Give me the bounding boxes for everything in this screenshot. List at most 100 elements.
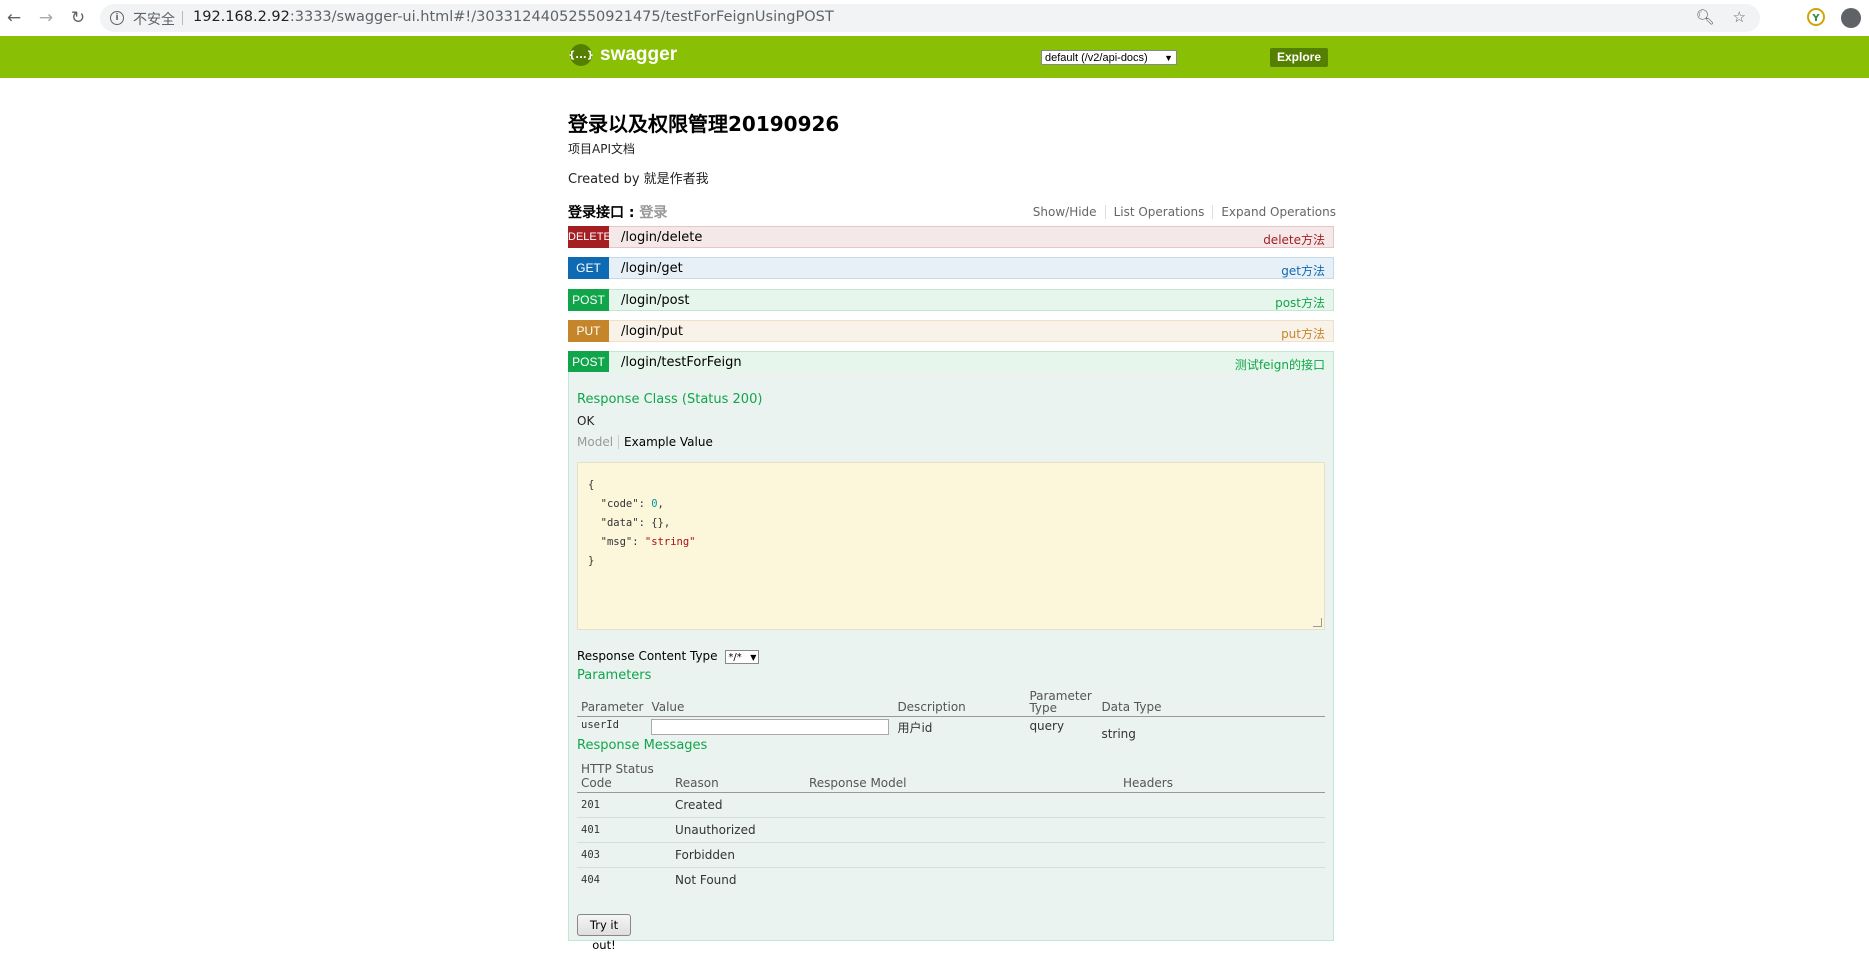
resource-links: Show/Hide List Operations Expand Operati… <box>1025 205 1336 219</box>
operation-summary[interactable]: put方法 <box>1281 325 1325 342</box>
status-reason: Not Found <box>675 873 737 887</box>
userid-input[interactable] <box>651 719 890 735</box>
browser-toolbar: ← → ↻ i 不安全 192.168.2.92:3333/swagger-ui… <box>0 0 1869 37</box>
response-headers <box>1119 868 1325 893</box>
operation-delete-login-delete[interactable]: DELETE /login/delete delete方法 <box>568 226 1334 248</box>
response-content-type: Response Content Type */* ▼ <box>577 649 760 664</box>
tab-example-value[interactable]: Example Value <box>619 435 713 449</box>
response-model <box>805 792 1119 818</box>
resource-heading[interactable]: 登录接口 : 登录 <box>568 202 667 222</box>
list-operations-link[interactable]: List Operations <box>1106 205 1214 219</box>
extension-icon[interactable]: Y <box>1807 8 1825 26</box>
response-messages-heading: Response Messages <box>577 738 708 753</box>
method-badge[interactable]: GET <box>568 257 609 279</box>
operation-get-login-get[interactable]: GET /login/get get方法 <box>568 257 1334 279</box>
swagger-header: {...} swagger default (/v2/api-docs) ▼ E… <box>0 36 1869 78</box>
operation-summary[interactable]: post方法 <box>1275 294 1325 311</box>
try-it-out-button[interactable]: Try it out! <box>577 914 631 952</box>
zoom-icon[interactable]: 🔍︎ <box>1696 8 1715 26</box>
swagger-logo[interactable]: {...} swagger <box>568 44 678 66</box>
method-badge[interactable]: POST <box>568 351 609 373</box>
status-code: 401 <box>577 817 671 843</box>
api-title: 登录以及权限管理20190926 <box>568 112 840 136</box>
chevron-down-icon: ▼ <box>1164 53 1173 63</box>
resource-subtitle: 登录 <box>639 205 668 221</box>
resp-header-status-code: HTTP Status Code <box>577 760 671 793</box>
param-header-description: Description <box>893 688 1026 717</box>
show-hide-link[interactable]: Show/Hide <box>1025 205 1106 219</box>
operation-summary[interactable]: delete方法 <box>1263 231 1325 248</box>
operation-path[interactable]: /login/testForFeign <box>621 355 742 370</box>
status-reason: Forbidden <box>671 842 805 868</box>
method-badge[interactable]: DELETE <box>568 226 611 248</box>
divider <box>182 11 183 25</box>
response-model <box>805 817 1119 843</box>
operation-post-login-post[interactable]: POST /login/post post方法 <box>568 289 1334 311</box>
operation-put-login-put[interactable]: PUT /login/put put方法 <box>568 320 1334 342</box>
operation-post-login-testforfeign[interactable]: POST /login/testForFeign 测试feign的接口 <box>568 351 1334 373</box>
resp-header-reason: Reason <box>671 760 805 793</box>
json-line: "data": {}, <box>588 517 671 529</box>
tab-model[interactable]: Model <box>577 435 620 449</box>
method-badge[interactable]: PUT <box>568 320 609 342</box>
status-reason: Unauthorized <box>671 817 805 843</box>
json-line: } <box>588 555 595 567</box>
back-icon[interactable]: ← <box>2 6 26 30</box>
response-headers <box>1119 792 1325 818</box>
json-punct: , <box>657 498 664 510</box>
param-data-type: string <box>1101 727 1136 741</box>
example-value-box[interactable]: { "code": 0, "data": {}, "msg": "string"… <box>577 462 1325 630</box>
json-line: "msg": <box>588 536 645 548</box>
response-content-type-label: Response Content Type <box>577 649 718 663</box>
operation-path[interactable]: /login/get <box>621 261 683 276</box>
forward-icon[interactable]: → <box>34 6 58 30</box>
table-row: 403 Forbidden <box>577 842 1325 868</box>
url-text[interactable]: 192.168.2.92:3333/swagger-ui.html#!/3033… <box>193 9 834 25</box>
reload-icon[interactable]: ↻ <box>66 6 90 30</box>
spec-select-value: default (/v2/api-docs) <box>1045 52 1148 64</box>
parameters-heading: Parameters <box>577 668 652 683</box>
operation-details: Response Class (Status 200) OK Model Exam… <box>568 372 1334 952</box>
expand-operations-link[interactable]: Expand Operations <box>1213 205 1336 219</box>
star-icon[interactable]: ☆ <box>1733 8 1746 26</box>
param-header-value: Value <box>647 688 894 717</box>
explore-button[interactable]: Explore <box>1270 48 1328 67</box>
param-header-parameter: Parameter <box>577 688 648 717</box>
param-type: query <box>1029 719 1065 733</box>
response-content-type-select[interactable]: */* ▼ <box>725 649 760 664</box>
resize-handle[interactable] <box>1313 618 1322 627</box>
created-by: Created by 就是作者我 <box>568 172 709 187</box>
response-messages-table: HTTP Status Code Reason Response Model H… <box>577 760 1325 892</box>
status-code: 403 <box>577 842 671 868</box>
param-header-parameter-type: Parameter Type <box>1025 688 1098 717</box>
status-code: 201 <box>577 792 671 818</box>
security-label: 不安全 <box>133 12 175 28</box>
json-line: "code": <box>588 498 652 510</box>
table-row: 404 Not Found <box>577 868 1325 893</box>
info-icon[interactable]: i <box>110 11 124 25</box>
model-tabs: Model Example Value <box>577 435 713 449</box>
url-host: 192.168.2.92 <box>193 9 290 25</box>
address-bar[interactable]: i 不安全 192.168.2.92:3333/swagger-ui.html#… <box>100 4 1760 32</box>
response-class-heading: Response Class (Status 200) <box>577 392 763 407</box>
table-row: 201 Created <box>577 792 1325 818</box>
swagger-logo-text: swagger <box>600 44 678 65</box>
chevron-down-icon: ▼ <box>750 652 757 662</box>
response-headers <box>1119 817 1325 843</box>
param-header-data-type: Data Type <box>1097 688 1325 717</box>
resp-header-model: Response Model <box>805 760 1119 793</box>
operation-path[interactable]: /login/delete <box>621 230 702 245</box>
example-json: { "code": 0, "data": {}, "msg": "string"… <box>578 463 1324 584</box>
operation-path[interactable]: /login/put <box>621 324 683 339</box>
operation-path[interactable]: /login/post <box>621 293 690 308</box>
resp-header-headers: Headers <box>1119 760 1325 793</box>
url-path: :3333/swagger-ui.html#!/3033124405255092… <box>289 9 834 25</box>
status-code: 404 <box>581 874 600 886</box>
operation-summary[interactable]: 测试feign的接口 <box>1235 356 1325 373</box>
method-badge[interactable]: POST <box>568 289 609 311</box>
response-model <box>805 868 1119 893</box>
json-line: { <box>588 479 595 491</box>
profile-icon[interactable] <box>1841 8 1861 28</box>
operation-summary[interactable]: get方法 <box>1281 262 1325 279</box>
spec-select[interactable]: default (/v2/api-docs) ▼ <box>1041 50 1177 65</box>
